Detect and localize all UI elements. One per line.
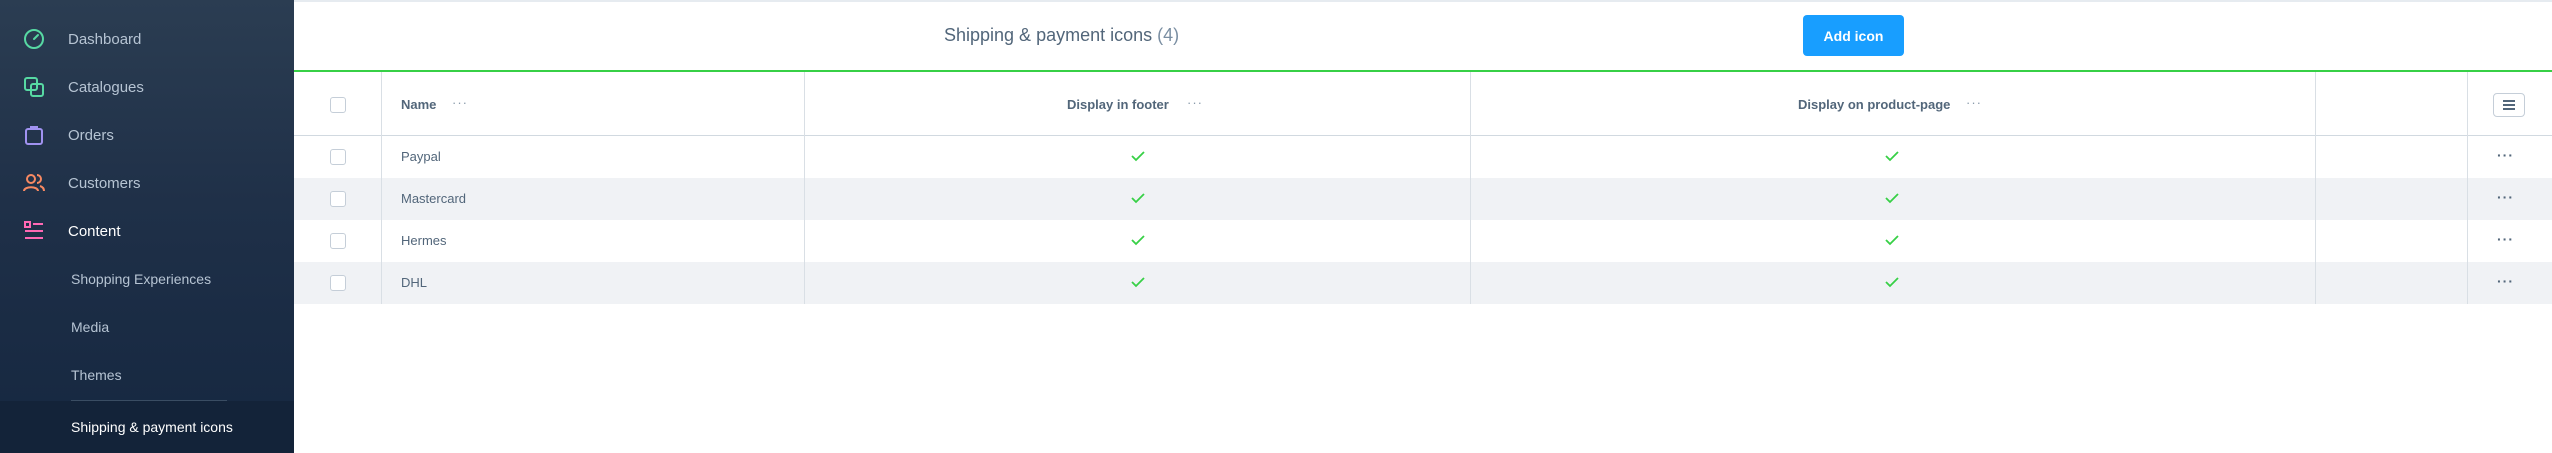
table-row: Hermes ··· xyxy=(294,220,2552,262)
checkmark-icon xyxy=(1131,235,1145,246)
row-checkbox[interactable] xyxy=(330,275,346,291)
sidebar-item-label: Catalogues xyxy=(68,78,144,96)
add-icon-button[interactable]: Add icon xyxy=(1803,15,1904,56)
row-checkbox[interactable] xyxy=(330,233,346,249)
sidebar-item-label: Content xyxy=(68,222,121,240)
grid-header: Name ··· Display in footer ··· Display o… xyxy=(294,72,2552,136)
column-menu-name[interactable]: ··· xyxy=(452,95,468,110)
row-checkbox[interactable] xyxy=(330,191,346,207)
column-divider xyxy=(381,72,382,304)
table-row: DHL ··· xyxy=(294,262,2552,304)
row-actions-button[interactable]: ··· xyxy=(2497,147,2514,163)
select-all-checkbox[interactable] xyxy=(330,97,346,113)
column-divider xyxy=(2315,72,2316,304)
table-row: Paypal ··· xyxy=(294,136,2552,178)
table-row: Mastercard ··· xyxy=(294,178,2552,220)
grid-settings-button[interactable] xyxy=(2493,93,2525,117)
sidebar-subitem-label: Shipping & payment icons xyxy=(71,419,233,435)
sidebar-item-label: Dashboard xyxy=(68,30,142,48)
sidebar-item-catalogues[interactable]: Catalogues xyxy=(0,63,294,111)
column-divider xyxy=(804,72,805,304)
sidebar-item-dashboard[interactable]: Dashboard xyxy=(0,15,294,63)
page-title: Shipping & payment icons (4) xyxy=(944,25,1179,46)
sidebar-subitem-label: Themes xyxy=(71,367,122,383)
column-menu-display-in-footer[interactable]: ··· xyxy=(1187,95,1203,110)
sidebar-subitem-label: Shopping Experiences xyxy=(71,271,212,287)
checkmark-icon xyxy=(1131,151,1145,162)
checkmark-icon xyxy=(1885,235,1899,246)
catalogues-icon xyxy=(24,77,44,97)
checkmark-icon xyxy=(1131,277,1145,288)
customers-icon xyxy=(23,174,45,192)
page-header xyxy=(294,2,2552,70)
cell-name[interactable]: DHL xyxy=(401,275,427,290)
checkmark-icon xyxy=(1885,193,1899,204)
column-header-display-in-footer[interactable]: Display in footer xyxy=(1067,97,1169,112)
page-title-count: (4) xyxy=(1157,25,1180,45)
sidebar-item-orders[interactable]: Orders xyxy=(0,111,294,159)
column-header-display-on-product-page[interactable]: Display on product-page xyxy=(1798,97,1950,112)
column-menu-display-on-product-page[interactable]: ··· xyxy=(1966,95,1982,110)
column-header-name[interactable]: Name xyxy=(401,97,436,112)
column-divider xyxy=(2467,72,2468,304)
checkmark-icon xyxy=(1885,151,1899,162)
row-actions-button[interactable]: ··· xyxy=(2497,231,2514,247)
sidebar: Dashboard Catalogues Orders Customers Co… xyxy=(0,0,294,453)
row-checkbox[interactable] xyxy=(330,149,346,165)
content-icon xyxy=(24,221,43,239)
sidebar-subitem-label: Media xyxy=(71,319,110,335)
cell-name[interactable]: Hermes xyxy=(401,233,447,248)
checkmark-icon xyxy=(1885,277,1899,288)
sidebar-subitem-shopping-experiences[interactable]: Shopping Experiences xyxy=(0,255,294,303)
orders-icon xyxy=(25,126,43,145)
checkmark-icon xyxy=(1131,193,1145,204)
sidebar-item-label: Orders xyxy=(68,126,114,144)
sidebar-subitem-media[interactable]: Media xyxy=(0,303,294,351)
sidebar-subitem-shipping-payment-icons[interactable]: Shipping & payment icons xyxy=(0,401,294,453)
sidebar-subitem-themes[interactable]: Themes xyxy=(0,351,294,399)
cell-name[interactable]: Mastercard xyxy=(401,191,466,206)
page-title-text: Shipping & payment icons xyxy=(944,25,1153,45)
sidebar-item-customers[interactable]: Customers xyxy=(0,159,294,207)
column-divider xyxy=(1470,72,1471,304)
sidebar-item-label: Customers xyxy=(68,174,141,192)
cell-name[interactable]: Paypal xyxy=(401,149,441,164)
row-actions-button[interactable]: ··· xyxy=(2497,273,2514,289)
dashboard-icon xyxy=(24,29,44,49)
row-actions-button[interactable]: ··· xyxy=(2497,189,2514,205)
sidebar-item-content[interactable]: Content xyxy=(0,207,294,255)
